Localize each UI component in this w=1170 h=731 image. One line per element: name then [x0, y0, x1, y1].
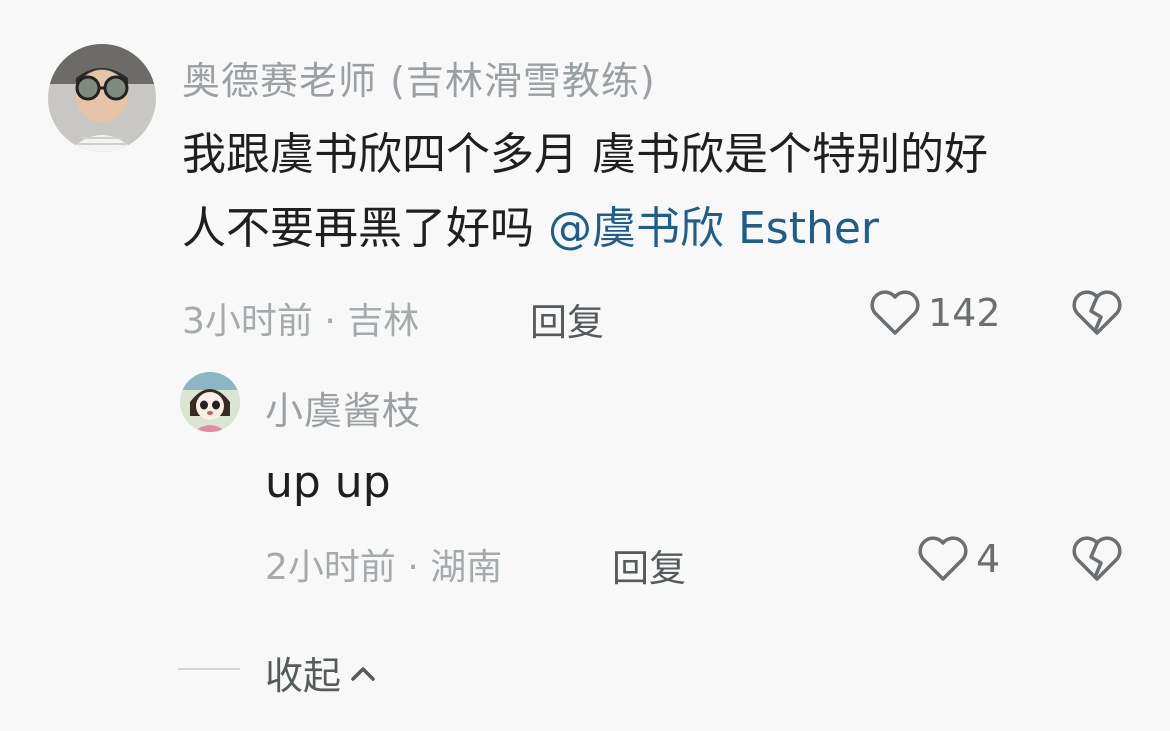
avatar[interactable]	[180, 372, 240, 432]
like-count: 142	[928, 291, 1001, 335]
chevron-up-icon	[351, 666, 375, 681]
heart-outline-icon	[870, 290, 920, 335]
comment-author[interactable]: 奥德赛老师 (吉林滑雪教练)	[182, 50, 656, 105]
comment-text-line-1: 我跟虞书欣四个多月 虞书欣是个特别的好	[182, 129, 988, 180]
meta-separator: ·	[324, 301, 348, 342]
avatar-cartoon	[180, 372, 240, 432]
meta-separator: ·	[407, 547, 431, 588]
avatar-photo	[48, 44, 156, 152]
collapse-label: 收起	[265, 654, 342, 698]
heart-outline-icon	[918, 536, 968, 581]
avatar[interactable]	[48, 44, 156, 152]
collapse-divider	[178, 668, 240, 670]
reply-meta: 2小时前 · 湖南	[265, 538, 502, 590]
comment-location: 吉林	[347, 301, 420, 342]
like-button[interactable]: 4	[916, 535, 1000, 583]
reply-button[interactable]: 回复	[612, 538, 686, 592]
reply-time: 2小时前	[265, 547, 396, 588]
dislike-button[interactable]	[1070, 289, 1124, 337]
collapse-replies-button[interactable]: 收起	[265, 645, 379, 700]
comment-text: 我跟虞书欣四个多月 虞书欣是个特别的好 人不要再黑了好吗 @虞书欣 Esther	[182, 118, 988, 266]
broken-heart-icon	[1072, 536, 1122, 581]
comment-time: 3小时前	[182, 301, 313, 342]
reply-author[interactable]: 小虞酱枝	[265, 380, 421, 435]
dislike-button[interactable]	[1070, 535, 1124, 583]
comment-text-line-2: 人不要再黑了好吗 @虞书欣 Esther	[182, 192, 988, 266]
comment-meta: 3小时前 · 吉林	[182, 292, 419, 344]
reply-location: 湖南	[430, 547, 503, 588]
like-count: 4	[976, 537, 1001, 581]
broken-heart-icon	[1072, 290, 1122, 335]
reply-button[interactable]: 回复	[530, 292, 604, 346]
like-button[interactable]: 142	[868, 289, 1001, 337]
mention-link[interactable]: @虞书欣 Esther	[548, 203, 879, 254]
comment-text-prefix: 人不要再黑了好吗	[182, 203, 548, 254]
reply-text: up up	[265, 457, 391, 508]
